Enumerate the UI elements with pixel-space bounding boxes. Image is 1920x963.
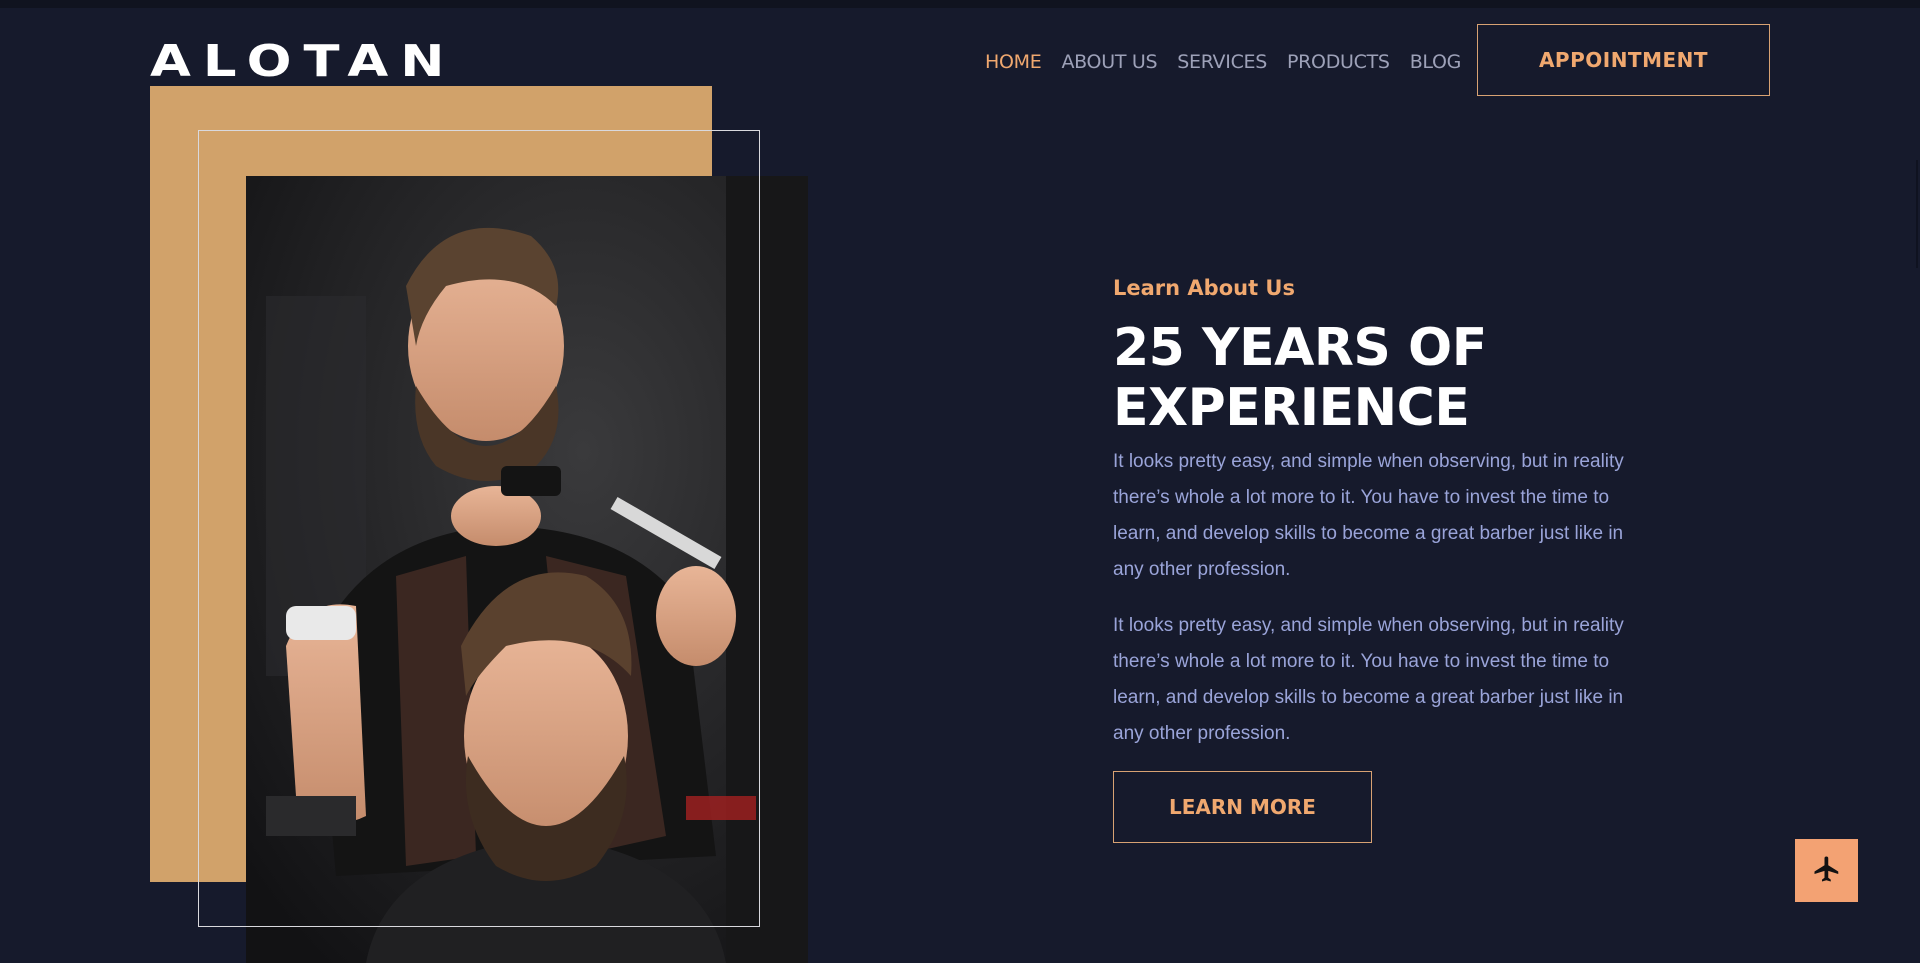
- top-border: [0, 0, 1920, 8]
- main-nav: HOME ABOUT US SERVICES PRODUCTS BLOG: [985, 48, 1461, 76]
- nav-item-about-us[interactable]: ABOUT US: [1061, 48, 1157, 76]
- barber-photo: [246, 176, 808, 963]
- section-eyebrow: Learn About Us: [1113, 276, 1295, 300]
- appointment-button[interactable]: APPOINTMENT: [1477, 24, 1770, 96]
- about-paragraph-1: It looks pretty easy, and simple when ob…: [1113, 451, 1624, 580]
- nav-item-products[interactable]: PRODUCTS: [1287, 48, 1390, 76]
- learn-more-button[interactable]: LEARN MORE: [1113, 771, 1372, 843]
- logo[interactable]: ALOTAN: [150, 38, 456, 86]
- scrollbar-track[interactable]: [1916, 160, 1918, 268]
- floating-action-button[interactable]: [1795, 839, 1858, 902]
- nav-item-home[interactable]: HOME: [985, 48, 1042, 76]
- airplane-icon: [1812, 854, 1842, 888]
- section-headline: 25 YEARS OF EXPERIENCE: [1113, 318, 1713, 438]
- about-paragraph-2: It looks pretty easy, and simple when ob…: [1113, 615, 1624, 744]
- headline-line-2: EXPERIENCE: [1113, 378, 1470, 438]
- nav-item-services[interactable]: SERVICES: [1177, 48, 1267, 76]
- nav-item-blog[interactable]: BLOG: [1410, 48, 1462, 76]
- headline-line-1: 25 YEARS OF: [1113, 318, 1487, 378]
